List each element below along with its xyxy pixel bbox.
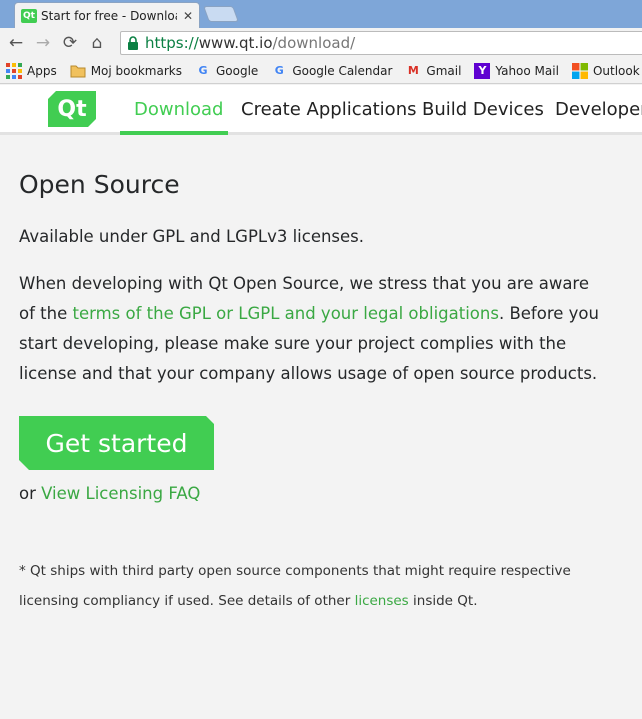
url-text: https://www.qt.io/download/ (145, 34, 355, 52)
terms-link[interactable]: terms of the GPL or LGPL and your legal … (72, 304, 498, 323)
bookmark-label: Google (215, 63, 259, 78)
nav-build-devices[interactable]: Build Devices (422, 99, 544, 120)
get-started-button[interactable]: Get started (19, 416, 214, 470)
lock-icon[interactable] (127, 36, 139, 50)
license-notice: When developing with Qt Open Source, we … (19, 269, 609, 389)
site-header: Qt Download Create Applications Build De… (0, 85, 642, 135)
url-host: www.qt.io (198, 34, 273, 52)
folder-icon (70, 65, 86, 77)
bookmark-label: Gmail (426, 63, 462, 78)
active-nav-indicator (120, 131, 228, 135)
reload-icon[interactable]: ⟳ (59, 32, 81, 54)
bookmark-label: Yahoo Mail (495, 63, 559, 78)
url-path: /download/ (272, 34, 356, 52)
tab-title: Start for free - Download Qt (41, 8, 177, 23)
close-tab-icon[interactable]: ✕ (183, 9, 193, 23)
qt-favicon-icon: Qt (21, 8, 37, 23)
google-icon: G (198, 64, 208, 77)
bookmark-label: Outlook (592, 63, 640, 78)
outlook-icon (571, 62, 588, 79)
bookmark-google-calendar[interactable]: G Google Calendar (271, 63, 393, 79)
bookmark-google[interactable]: G Google (195, 63, 258, 79)
home-icon[interactable]: ⌂ (86, 32, 108, 54)
licenses-text: Available under GPL and LGPLv3 licenses. (19, 227, 365, 246)
browser-toolbar: ← → ⟳ ⌂ https://www.qt.io/download/ (0, 28, 642, 58)
new-tab-button[interactable] (203, 6, 239, 22)
qt-logo[interactable]: Qt (48, 91, 96, 127)
bookmark-outlook[interactable]: Outlook (571, 62, 640, 79)
page-title: Open Source (19, 170, 180, 199)
faq-prefix: or (19, 484, 42, 503)
yahoo-icon: Y (474, 62, 491, 79)
bookmarks-bar: Apps Moj bookmarks G Google G Google Cal… (0, 58, 642, 84)
apps-grid-icon (6, 62, 22, 79)
tab-strip: Qt Start for free - Download Qt ✕ (0, 0, 642, 28)
footnote-text-start: * Qt ships with third party open source … (19, 563, 571, 609)
bookmark-moj-bookmarks[interactable]: Moj bookmarks (70, 63, 182, 79)
forward-icon[interactable]: → (32, 32, 54, 54)
bookmark-label: Apps (27, 63, 57, 78)
bookmark-label: Moj bookmarks (90, 63, 182, 78)
nav-create-applications[interactable]: Create Applications (241, 99, 416, 120)
google-icon: G (274, 64, 284, 77)
nav-developers[interactable]: Developers (555, 99, 642, 120)
bookmark-label: Google Calendar (292, 63, 393, 78)
footnote: * Qt ships with third party open source … (19, 556, 609, 616)
nav-download[interactable]: Download (134, 99, 223, 120)
footnote-text-end: inside Qt. (408, 593, 478, 609)
bookmark-gmail[interactable]: M Gmail (405, 63, 462, 79)
licensing-faq-link[interactable]: View Licensing FAQ (41, 484, 200, 503)
url-scheme: https:// (145, 34, 199, 52)
licenses-link[interactable]: licenses (355, 593, 409, 609)
browser-tab[interactable]: Qt Start for free - Download Qt ✕ (14, 2, 200, 28)
bookmark-yahoo-mail[interactable]: Y Yahoo Mail (474, 62, 559, 79)
gmail-icon: M (407, 64, 419, 77)
bookmark-apps[interactable]: Apps (6, 62, 57, 79)
back-icon[interactable]: ← (5, 32, 27, 54)
address-bar[interactable]: https://www.qt.io/download/ (120, 31, 642, 55)
faq-line: or View Licensing FAQ (19, 484, 200, 503)
